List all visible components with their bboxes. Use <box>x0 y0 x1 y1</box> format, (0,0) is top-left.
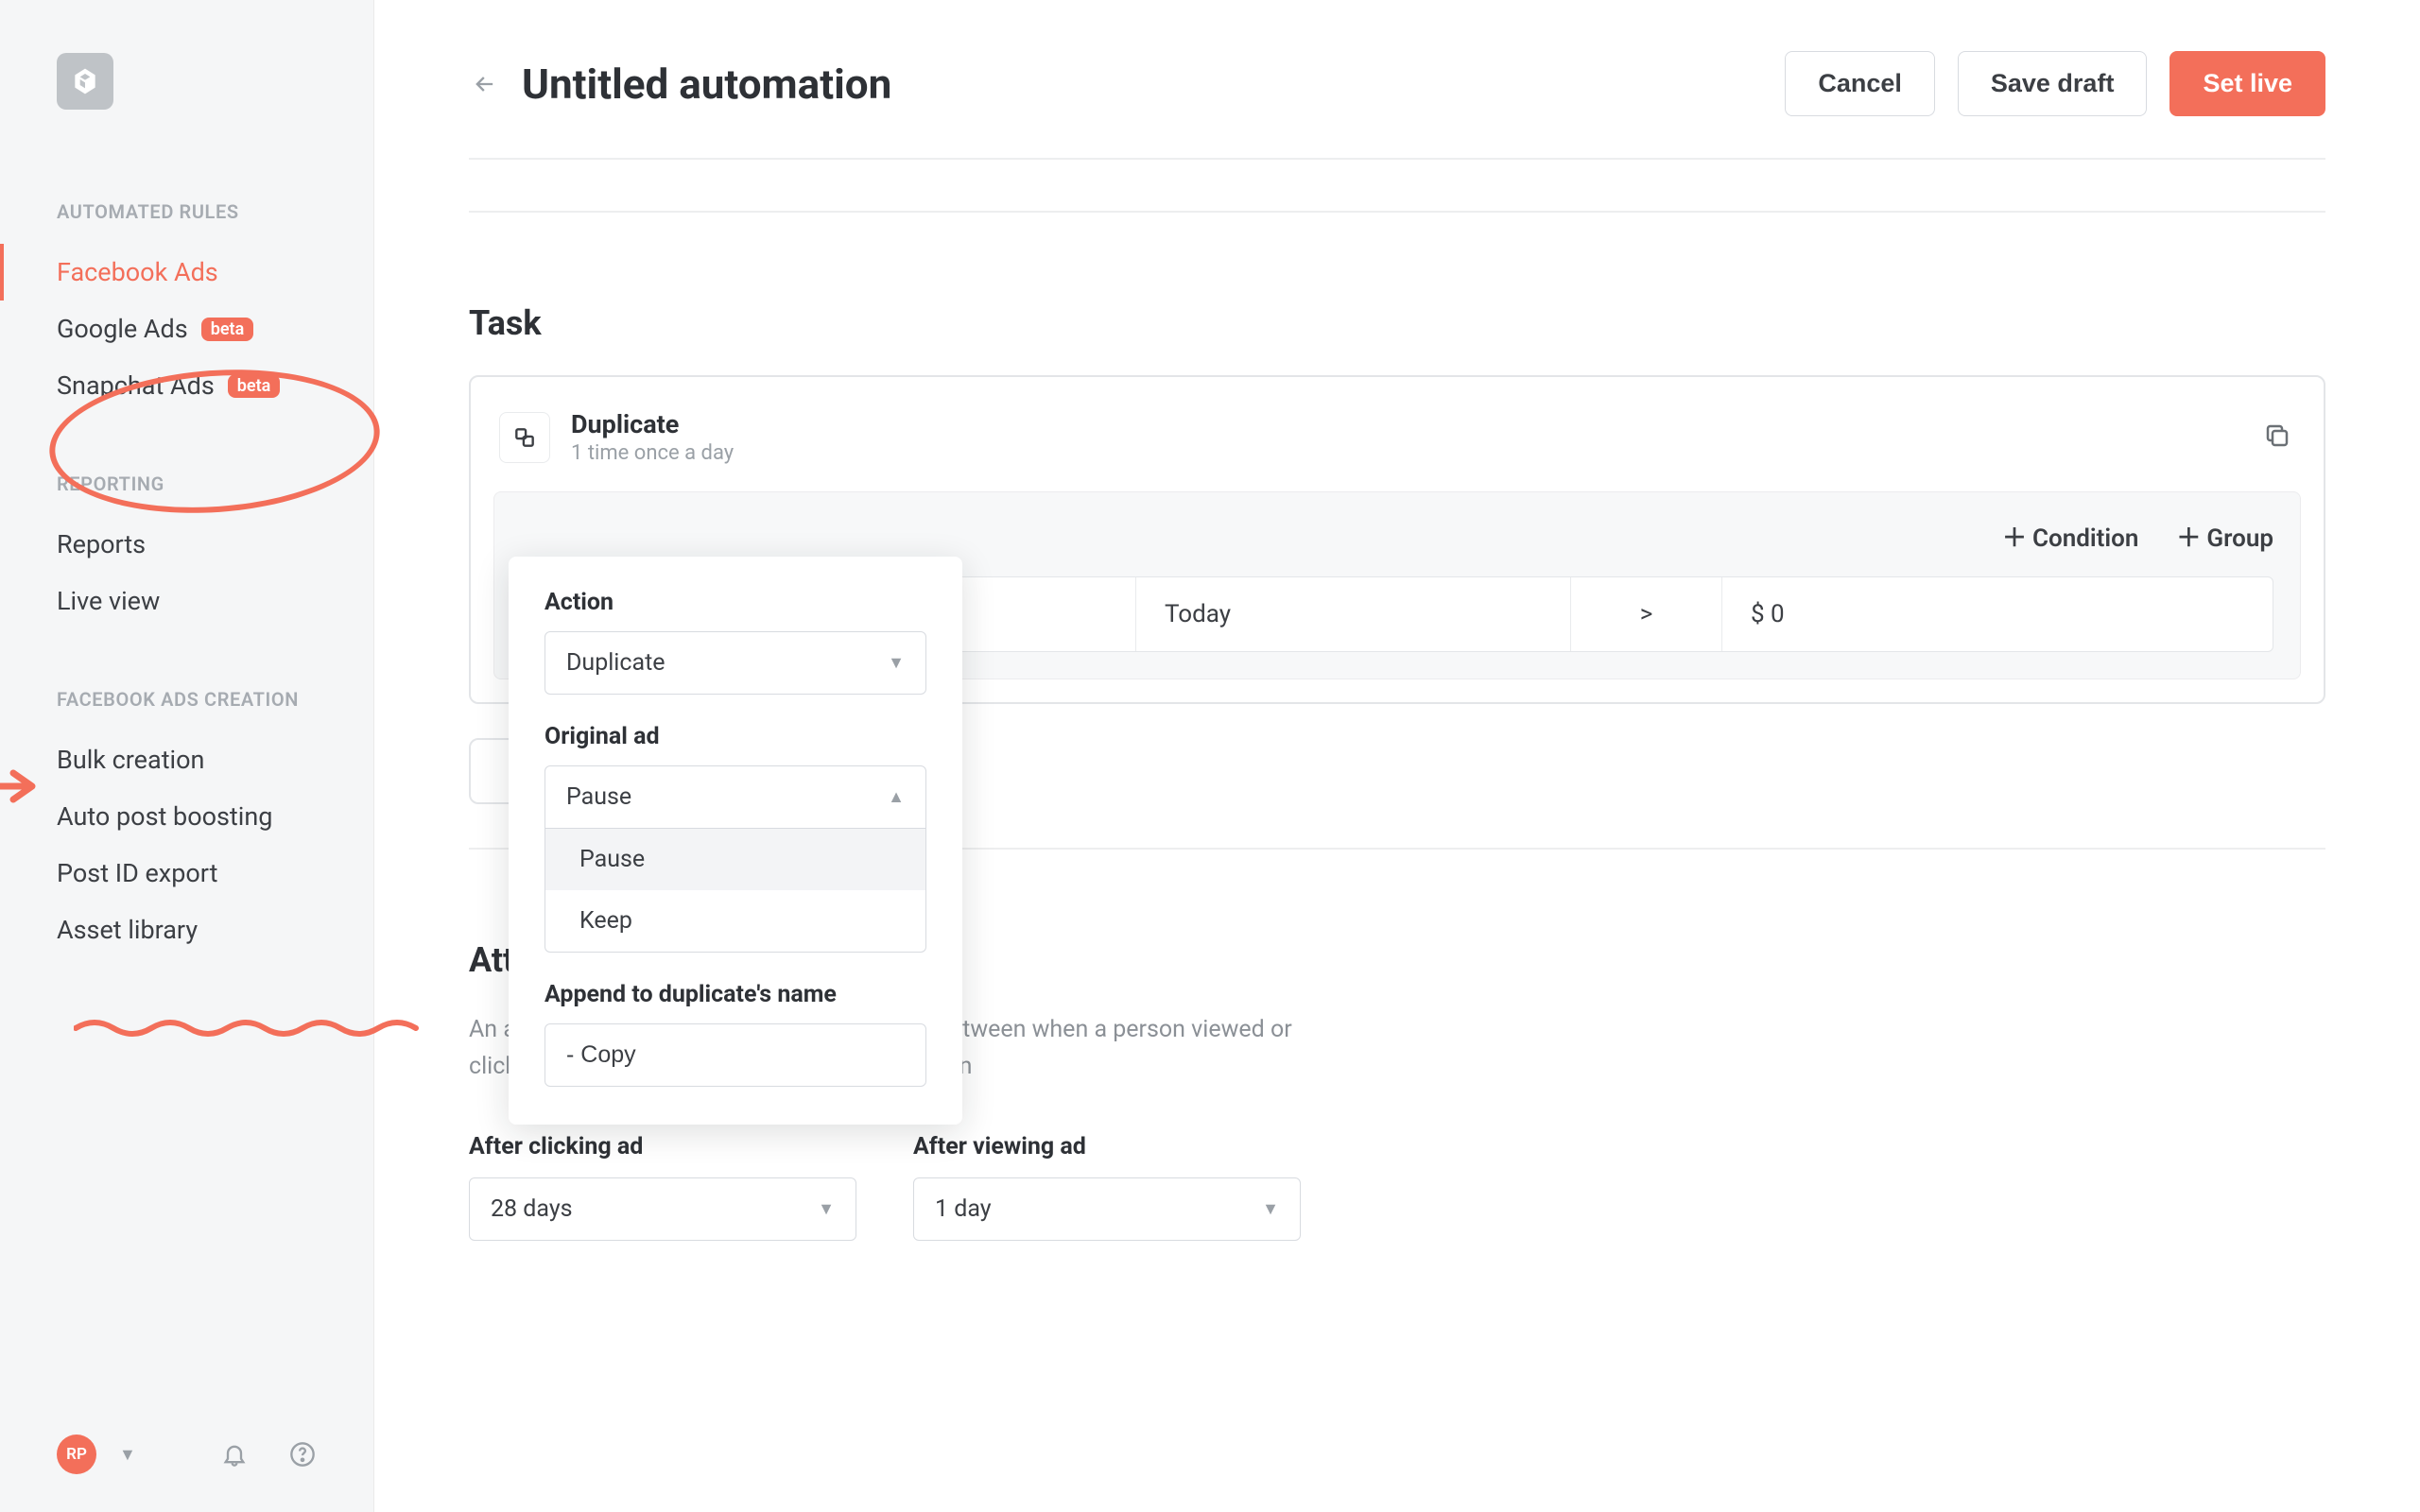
sidebar-item-auto-post-boosting[interactable]: Auto post boosting <box>0 788 373 845</box>
save-draft-button[interactable]: Save draft <box>1958 51 2148 116</box>
plus-icon: ＋ <box>2176 524 2201 553</box>
action-select-value: Duplicate <box>566 649 666 677</box>
task-header[interactable]: Duplicate 1 time once a day <box>493 400 2301 491</box>
append-name-label: Append to duplicate's name <box>544 981 926 1008</box>
sidebar-item-asset-library[interactable]: Asset library <box>0 902 373 958</box>
nav-heading-fb-ads-creation: FACEBOOK ADS CREATION <box>0 688 373 731</box>
after-view-value: 1 day <box>935 1195 992 1223</box>
section-title-task: Task <box>469 303 2325 343</box>
condition-value-cell[interactable]: $ 0 <box>1722 577 2273 651</box>
app-logo[interactable] <box>57 53 113 110</box>
logo-icon <box>70 66 100 96</box>
condition-operator-cell[interactable]: > <box>1571 577 1722 651</box>
task-card: Duplicate 1 time once a day ＋Condition ＋… <box>469 375 2325 704</box>
sidebar-item-label: Live view <box>57 586 160 616</box>
sidebar-item-post-id-export[interactable]: Post ID export <box>0 845 373 902</box>
sidebar-item-label: Snapchat Ads <box>57 370 215 401</box>
add-group-button[interactable]: ＋Group <box>2176 519 2273 554</box>
sidebar-item-live-view[interactable]: Live view <box>0 573 373 629</box>
after-click-label: After clicking ad <box>469 1133 856 1160</box>
nav-heading-reporting: REPORTING <box>0 472 373 516</box>
after-view-select[interactable]: 1 day ▼ <box>913 1177 1301 1241</box>
task-title: Duplicate <box>571 409 734 439</box>
action-label: Action <box>544 589 926 616</box>
after-click-select[interactable]: 28 days ▼ <box>469 1177 856 1241</box>
sidebar-item-label: Auto post boosting <box>57 801 272 832</box>
original-ad-select-value: Pause <box>566 783 631 811</box>
condition-timeframe-cell[interactable]: Today <box>1136 577 1571 651</box>
chevron-up-icon: ▲ <box>888 787 905 807</box>
sidebar-item-reports[interactable]: Reports <box>0 516 373 573</box>
append-name-input[interactable] <box>544 1023 926 1087</box>
cancel-button[interactable]: Cancel <box>1785 51 1935 116</box>
chevron-down-icon: ▼ <box>888 653 905 673</box>
set-live-button[interactable]: Set live <box>2169 51 2325 116</box>
original-ad-dropdown: Pause Keep <box>544 829 926 953</box>
back-button[interactable] <box>469 68 501 100</box>
divider <box>469 211 2325 213</box>
arrow-left-icon <box>472 71 498 97</box>
sidebar: AUTOMATED RULES Facebook Ads Google Ads … <box>0 0 374 1512</box>
sidebar-item-google-ads[interactable]: Google Ads beta <box>0 301 373 357</box>
dropdown-option-keep[interactable]: Keep <box>545 890 925 952</box>
after-click-value: 28 days <box>491 1195 573 1223</box>
add-condition-button[interactable]: ＋Condition <box>2002 519 2138 554</box>
user-avatar[interactable]: RP <box>57 1435 96 1474</box>
chevron-down-icon: ▼ <box>1262 1199 1279 1219</box>
sidebar-item-label: Reports <box>57 529 146 559</box>
sidebar-item-label: Facebook Ads <box>57 257 218 287</box>
page-title: Untitled automation <box>522 60 891 109</box>
original-ad-select[interactable]: Pause ▲ <box>544 765 926 829</box>
duplicate-icon <box>499 412 550 463</box>
dropdown-option-pause[interactable]: Pause <box>545 829 925 890</box>
plus-icon: ＋ <box>2002 524 2027 553</box>
help-icon[interactable] <box>288 1440 317 1469</box>
sidebar-item-snapchat-ads[interactable]: Snapchat Ads beta <box>0 357 373 414</box>
nav-heading-automated-rules: AUTOMATED RULES <box>0 200 373 244</box>
sidebar-item-label: Bulk creation <box>57 745 204 775</box>
action-select[interactable]: Duplicate ▼ <box>544 631 926 695</box>
beta-badge: beta <box>201 318 254 341</box>
main-content: Untitled automation Cancel Save draft Se… <box>374 0 2420 1512</box>
sidebar-item-label: Post ID export <box>57 858 217 888</box>
annotation-circle <box>374 359 385 524</box>
copy-task-button[interactable] <box>2263 421 2295 454</box>
after-view-label: After viewing ad <box>913 1133 1301 1160</box>
original-ad-label: Original ad <box>544 723 926 750</box>
task-frequency: 1 time once a day <box>571 441 734 465</box>
sidebar-item-label: Google Ads <box>57 314 188 344</box>
task-action-popover: Action Duplicate ▼ Original ad Pause ▲ P… <box>509 557 962 1125</box>
sidebar-item-label: Asset library <box>57 915 198 945</box>
page-header: Untitled automation Cancel Save draft Se… <box>469 0 2325 158</box>
divider <box>469 158 2325 160</box>
annotation-underline <box>374 1017 433 1043</box>
sidebar-item-bulk-creation[interactable]: Bulk creation <box>0 731 373 788</box>
chevron-down-icon[interactable]: ▼ <box>119 1445 136 1465</box>
append-name-field[interactable] <box>566 1041 905 1069</box>
sidebar-item-facebook-ads[interactable]: Facebook Ads <box>0 244 373 301</box>
beta-badge: beta <box>228 374 281 398</box>
notifications-icon[interactable] <box>220 1440 249 1469</box>
chevron-down-icon: ▼ <box>818 1199 835 1219</box>
